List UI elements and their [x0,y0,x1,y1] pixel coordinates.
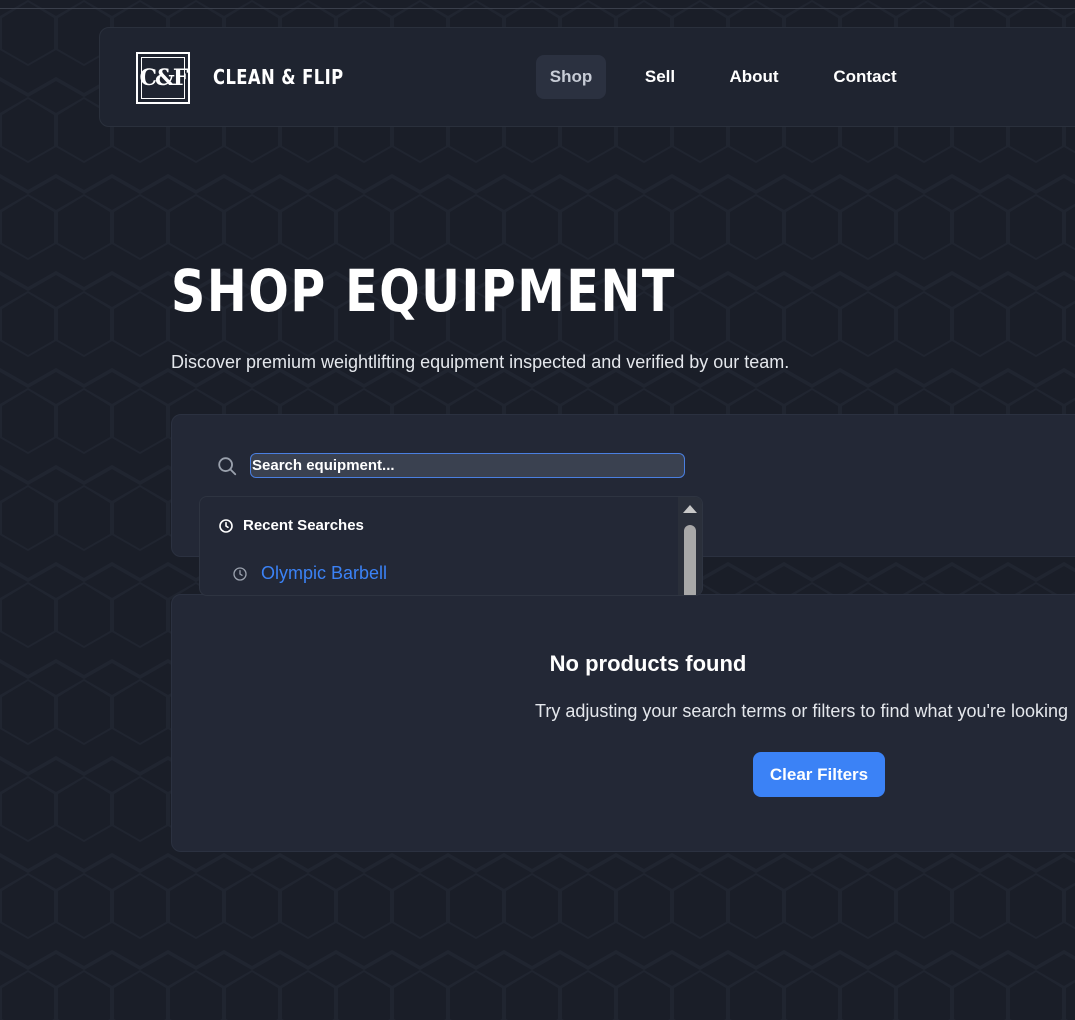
results-panel [171,594,1075,852]
logo[interactable]: C&F [136,52,190,104]
page-title: SHOP EQUIPMENT [171,257,677,325]
page-subtitle: Discover premium weightlifting equipment… [171,352,790,372]
recent-search-label: Olympic Barbell [261,563,388,583]
nav-sell[interactable]: Sell [637,55,683,99]
search-icon [218,457,237,476]
brand-name[interactable]: CLEAN & FLIP [213,65,344,89]
nav-shop[interactable]: Shop [536,55,606,99]
recent-searches-header: Recent Searches [218,517,364,534]
logo-text: C&F [140,57,189,99]
clock-icon [233,566,247,581]
recent-search-item[interactable]: Olympic Barbell [232,563,387,584]
recent-searches-dropdown: Recent Searches Olympic Barbell [199,496,703,596]
nav-about[interactable]: About [720,55,788,99]
navbar: C&F CLEAN & FLIP Shop Sell About Contact [99,27,1075,127]
recent-searches-label: Recent Searches [243,517,364,534]
scroll-up-arrow-icon[interactable] [683,505,697,513]
nav-contact[interactable]: Contact [825,55,905,99]
empty-state-text: Try adjusting your search terms or filte… [535,701,1068,721]
scroll-thumb[interactable] [684,525,696,595]
clock-icon [219,518,233,533]
dropdown-scrollbar[interactable] [678,497,702,595]
top-border [0,8,1075,9]
search-input[interactable] [250,453,685,478]
clear-filters-button[interactable]: Clear Filters [753,752,885,797]
